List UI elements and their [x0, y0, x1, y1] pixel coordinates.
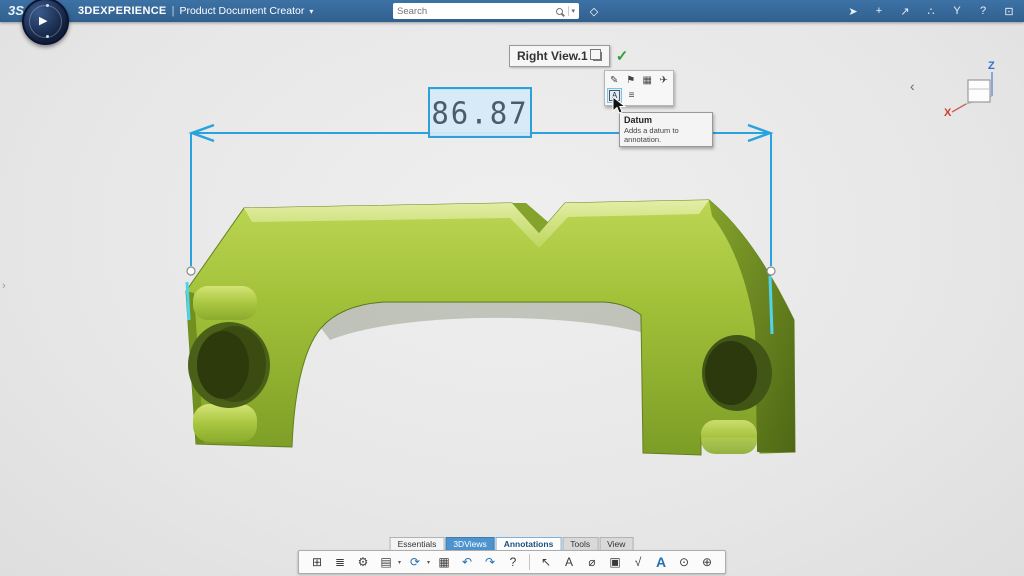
annotation-text-icon[interactable]: A [652, 553, 670, 571]
tab-tools[interactable]: Tools [562, 537, 598, 550]
dimension-tool-icon[interactable]: ⌀ [583, 553, 601, 571]
compass-south-dot[interactable] [46, 35, 49, 38]
grid-icon[interactable]: ▦ [640, 73, 655, 88]
toolbar-separator [529, 554, 530, 570]
search-divider [568, 6, 569, 16]
help-icon[interactable]: ? [976, 5, 990, 17]
zoom-icon[interactable]: ⊕ [698, 553, 716, 571]
toolbar-help-icon[interactable]: ? [504, 553, 522, 571]
flag-note-icon[interactable]: ⚑ [624, 73, 639, 88]
axis-triad[interactable]: Z X [942, 56, 1016, 120]
view-label-row: Right View.1 ✓ [509, 45, 628, 67]
compass-play-icon[interactable]: ▶ [39, 14, 47, 27]
application-window: 3S 3DEXPERIENCE | Product Document Creat… [0, 0, 1024, 576]
dimension-value[interactable]: 86.87 [431, 95, 528, 130]
tooltip: Datum Adds a datum to annotation. [619, 112, 713, 147]
add-icon[interactable]: + [872, 5, 886, 17]
balloon-icon[interactable]: ⊙ [675, 553, 693, 571]
update-icon[interactable]: ⟳ [406, 553, 424, 571]
confirm-check-icon[interactable]: ✓ [616, 47, 629, 65]
search-input[interactable] [397, 6, 553, 17]
text-tool-icon[interactable]: A [560, 553, 578, 571]
view-label-chip[interactable]: Right View.1 [509, 45, 610, 67]
tab-view[interactable]: View [599, 537, 633, 550]
duplicate-view-icon[interactable] [593, 52, 602, 61]
mouse-cursor [612, 96, 628, 116]
mini-toolbar-row-1: ✎ ⚑ ▦ ✈ [607, 73, 671, 88]
robot-compass[interactable]: ▶ [22, 0, 69, 45]
share-icon[interactable]: ↗ [898, 5, 912, 18]
search-options-caret-icon[interactable]: ▾ [571, 7, 575, 15]
title-divider: | [172, 5, 175, 17]
import-icon[interactable]: ≣ [331, 553, 349, 571]
tooltip-description: Adds a datum to annotation. [624, 126, 708, 144]
top-app-bar: 3S 3DEXPERIENCE | Product Document Creat… [0, 0, 1024, 22]
dart-leader-icon[interactable]: ✈ [657, 73, 672, 88]
tag-icon[interactable]: ◇ [586, 3, 602, 19]
app-switcher-caret-icon[interactable]: ▾ [309, 7, 313, 16]
x-axis-label: X [944, 107, 952, 119]
view-cube[interactable] [968, 80, 990, 102]
search-icon[interactable] [556, 8, 563, 15]
app-name[interactable]: Product Document Creator [179, 5, 304, 17]
sheet-table-icon[interactable]: ▦ [435, 553, 453, 571]
swym-community-icon[interactable]: Y [950, 5, 964, 17]
roughness-icon[interactable]: √ [629, 553, 647, 571]
z-axis-label: Z [988, 60, 995, 72]
select-arrow-icon[interactable]: ↖ [537, 553, 555, 571]
search-bar[interactable]: ▾ [393, 3, 579, 19]
tab-annotations[interactable]: Annotations [496, 537, 562, 550]
compass-north-dot[interactable] [46, 4, 49, 7]
edit-dimension-icon[interactable]: ✎ [607, 73, 622, 88]
view-name: Right View.1 [517, 49, 588, 63]
app-title-area: 3DEXPERIENCE | Product Document Creator … [78, 0, 313, 22]
left-panel-handle-icon[interactable]: › [2, 280, 6, 292]
dimension-value-box[interactable]: 86.87 [428, 87, 532, 138]
action-toolbar: ⊞ ≣ ⚙ ▤ ▾ ⟳ ▾ ▦ ↶ ↷ ? ↖ A ⌀ ▣ √ A ⊙ ⊕ [298, 550, 726, 574]
tab-essentials[interactable]: Essentials [390, 537, 445, 550]
send-icon[interactable]: ➤ [846, 5, 860, 18]
tab-3dviews[interactable]: 3DViews [445, 537, 494, 550]
settings-gear-icon[interactable]: ⚙ [354, 553, 372, 571]
save-caret-icon[interactable]: ▾ [398, 559, 401, 566]
new-sheet-icon[interactable]: ⊞ [308, 553, 326, 571]
topbar-action-icons: ➤ + ↗ ∴ Y ? ⊡ [846, 0, 1016, 22]
collapse-triad-chevron-icon[interactable]: ‹ [910, 78, 915, 94]
restore-window-icon[interactable]: ⊡ [1002, 5, 1016, 18]
share-network-icon[interactable]: ∴ [924, 5, 938, 18]
brand-name: 3DEXPERIENCE [78, 5, 167, 17]
update-caret-icon[interactable]: ▾ [427, 559, 430, 566]
redo-icon[interactable]: ↷ [481, 553, 499, 571]
save-icon[interactable]: ▤ [377, 553, 395, 571]
action-bar-tabs: Essentials 3DViews Annotations Tools Vie… [390, 537, 635, 550]
tooltip-title: Datum [624, 115, 708, 125]
datum-tool-icon[interactable]: ▣ [606, 553, 624, 571]
undo-icon[interactable]: ↶ [458, 553, 476, 571]
